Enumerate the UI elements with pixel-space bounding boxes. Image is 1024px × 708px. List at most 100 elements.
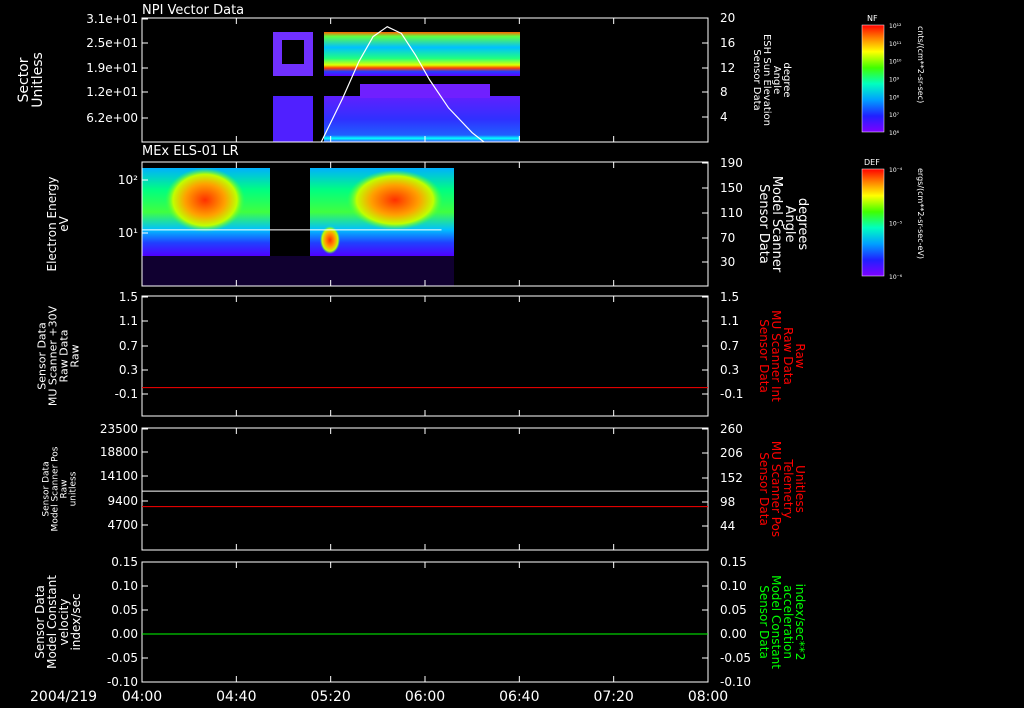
els-noise-floor — [142, 256, 454, 286]
time-tick-label: 05:20 — [310, 689, 350, 705]
y-tick-label-left: -0.05 — [107, 651, 138, 665]
npi-block-1-gap — [282, 40, 304, 64]
y-axis-label-right: Model Constant — [769, 575, 783, 669]
y-tick-label-right: 4 — [720, 110, 728, 124]
y-axis-label-right: Unitless — [793, 465, 807, 513]
y-tick-label-right: 0.3 — [720, 363, 739, 377]
y-axis-label-left: Raw — [69, 344, 82, 367]
colorbar-tick-label: 10⁻⁴ — [889, 167, 903, 174]
y-tick-label-left: 10² — [118, 173, 138, 187]
y-axis-label-left: unitless — [69, 471, 79, 506]
colorbar-tick-label: 10⁻⁶ — [889, 274, 903, 281]
colorbar-tick-label: 10¹⁰ — [889, 59, 902, 66]
y-tick-label-left: -0.10 — [107, 675, 138, 689]
time-tick-label: 06:00 — [405, 689, 445, 705]
colorbar-tick-label: 10¹¹ — [889, 41, 902, 48]
y-axis-label-right: MU Scanner Int — [769, 310, 783, 402]
y-axis-label-right: Sensor Data — [756, 184, 771, 264]
date-label: 2004/219 — [30, 689, 97, 705]
y-tick-label-left: 14100 — [100, 469, 138, 483]
y-tick-label-right: 152 — [720, 471, 743, 485]
y-tick-label-right: 12 — [720, 61, 735, 75]
y-axis-label-right: Sensor Data — [757, 452, 771, 526]
els-hot-region-1 — [165, 168, 245, 232]
y-tick-label-left: 1.5 — [119, 290, 138, 304]
colorbar-def-units: ergs/(cm**2-sr-sec-eV) — [916, 168, 925, 259]
panel-title-npi: NPI Vector Data — [142, 3, 244, 18]
y-tick-label-left: 1.1 — [119, 314, 138, 328]
time-tick-label: 07:20 — [593, 689, 633, 705]
y-tick-label-right: 0.15 — [720, 555, 747, 569]
y-tick-label-left: 1.2e+01 — [86, 85, 138, 99]
npi-band-lower-purple — [360, 84, 490, 98]
colorbar-tick-label: 10⁸ — [889, 94, 900, 101]
y-tick-label-right: 98 — [720, 495, 735, 509]
y-tick-label-right: 0.10 — [720, 579, 747, 593]
y-tick-label-right: 150 — [720, 181, 743, 195]
y-axis-label-right: Sensor Data — [757, 585, 771, 659]
y-axis-label-right: ESH Sun Elevation — [761, 34, 772, 126]
y-tick-label-left: 0.7 — [119, 339, 138, 353]
y-tick-label-left: 1.9e+01 — [86, 61, 138, 75]
y-axis-label-right: index/sec**2 — [793, 584, 807, 661]
y-tick-label-right: 110 — [720, 206, 743, 220]
colorbar-tick-label: 10⁷ — [889, 112, 900, 119]
y-tick-label-right: 16 — [720, 36, 735, 50]
y-tick-label-right: 44 — [720, 519, 735, 533]
y-tick-label-left: 0.00 — [111, 627, 138, 641]
y-axis-label-left: index/sec — [69, 593, 83, 650]
colorbar-def-bar — [861, 168, 885, 277]
y-tick-label-right: 1.1 — [720, 314, 739, 328]
y-tick-label-left: 9400 — [107, 494, 138, 508]
y-axis-label-right: MU Scanner Pos — [769, 441, 783, 537]
y-tick-label-left: 18800 — [100, 445, 138, 459]
time-tick-label: 04:40 — [216, 689, 256, 705]
panel-frame — [141, 561, 709, 683]
y-axis-label-right: Telemetry — [781, 458, 795, 518]
y-tick-label-right: 0.00 — [720, 627, 747, 641]
colorbar-nf-units: cnts/(cm**2-sr-sec) — [916, 26, 925, 103]
y-tick-label-left: 0.10 — [111, 579, 138, 593]
y-tick-label-left: 0.05 — [111, 603, 138, 617]
y-axis-label-right: Model Scanner — [769, 176, 784, 273]
npi-block-1-lower — [273, 96, 313, 142]
y-tick-label-right: -0.05 — [720, 651, 751, 665]
npi-band-upper — [324, 32, 520, 76]
panel-frame — [141, 427, 709, 551]
y-tick-label-right: -0.1 — [720, 387, 743, 401]
colorbar-nf-label: NF — [867, 14, 878, 23]
y-tick-label-right: 30 — [720, 255, 735, 269]
multi-panel-time-series-plot: NPI Vector Data MEx ELS-01 LR 3.1e+01 2.5… — [16, 3, 925, 705]
time-tick-label: 08:00 — [688, 689, 728, 705]
panel-frame — [141, 295, 709, 417]
y-tick-label-right: 260 — [720, 422, 743, 436]
colorbar-def: DEF ergs/(cm**2-sr-sec-eV) 10⁻⁴ 10⁻⁵ 10⁻⁶ — [861, 158, 925, 281]
panel-title-els: MEx ELS-01 LR — [142, 144, 239, 159]
y-axis-label-left: eV — [57, 215, 71, 231]
colorbar-tick-label: 10⁶ — [889, 130, 900, 137]
y-tick-label-right: 190 — [720, 156, 743, 170]
y-tick-label-left: 6.2e+00 — [86, 111, 138, 125]
colorbar-nf-bar — [861, 24, 885, 133]
y-tick-label-right: 8 — [720, 85, 728, 99]
panel-els: MEx ELS-01 LR — [142, 144, 454, 286]
y-tick-label-left: 2.5e+01 — [86, 36, 138, 50]
y-tick-label-right: -0.10 — [720, 675, 751, 689]
y-axis-label-right: Sensor Data — [757, 319, 771, 393]
y-axis-label-right: degrees — [795, 198, 810, 251]
colorbar-tick-label: 10¹² — [889, 23, 902, 30]
y-tick-label-left: 3.1e+01 — [86, 12, 138, 26]
y-tick-label-left: 10¹ — [118, 226, 138, 240]
colorbar-def-label: DEF — [864, 158, 880, 167]
time-tick-label: 06:40 — [499, 689, 539, 705]
y-axis-label-right: Raw Data — [781, 327, 795, 385]
y-axis-label-right: acceleration — [781, 585, 795, 659]
colorbar-nf: NF cnts/(cm**2-sr-sec) 10¹² 10¹¹ 10¹⁰ 10⁹ 10… — [861, 14, 925, 137]
colorbar-tick-label: 10⁹ — [889, 77, 900, 84]
els-hot-region-2 — [347, 170, 443, 230]
y-axis-label-right: Angle — [771, 66, 782, 94]
y-tick-label-left: 4700 — [107, 518, 138, 532]
y-tick-label-right: 70 — [720, 231, 735, 245]
y-axis-label-left: Unitless — [30, 52, 46, 108]
y-tick-label-left: 0.3 — [119, 363, 138, 377]
